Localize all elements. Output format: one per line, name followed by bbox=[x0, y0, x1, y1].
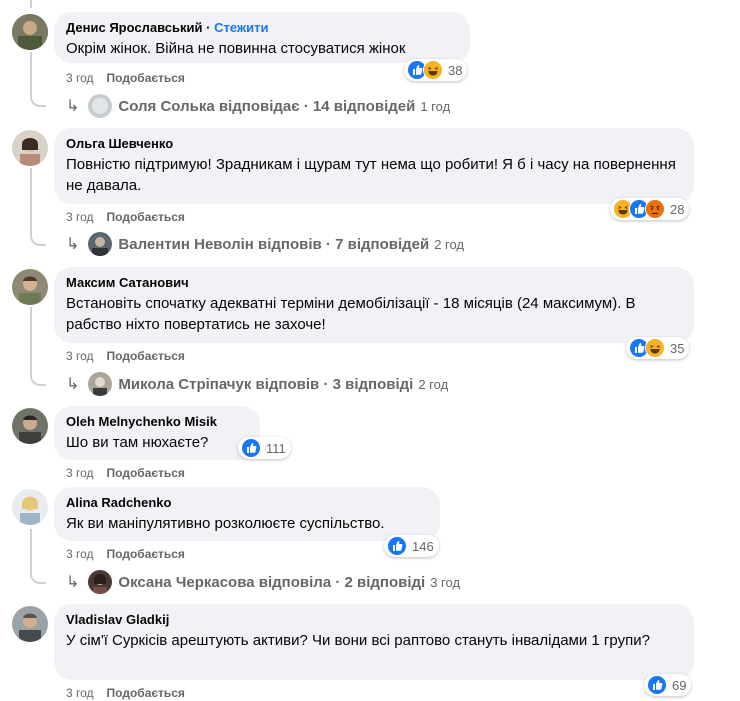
reply-summary[interactable]: Микола Стріпачук відповів · 3 відповіді bbox=[118, 376, 413, 393]
comment-author[interactable]: Oleh Melnychenko Misik bbox=[66, 414, 248, 430]
comment-text: Як ви маніпулятивно розколюєте суспільст… bbox=[66, 515, 385, 532]
thread-line-top bbox=[30, 0, 32, 8]
reaction-count: 111 bbox=[266, 440, 286, 456]
reactions-summary[interactable]: 28 bbox=[610, 198, 690, 220]
reply-arrow-icon: ↳ bbox=[66, 98, 80, 115]
reply-time: 2 год bbox=[434, 236, 465, 252]
comment-time[interactable]: 3 год bbox=[66, 71, 94, 85]
comment-author[interactable]: Vladislav Gladkij bbox=[66, 612, 682, 628]
reaction-count: 35 bbox=[670, 340, 685, 356]
reply-avatar bbox=[88, 372, 113, 396]
comment-text: Повністю підтримую! Зрадникам і щурам ту… bbox=[66, 156, 676, 194]
like-reaction-icon bbox=[647, 675, 667, 695]
thread-line bbox=[30, 529, 46, 584]
avatar[interactable] bbox=[12, 269, 48, 305]
replies-link[interactable]: ↳ Валентин Неволін відповів · 7 відповід… bbox=[66, 232, 464, 256]
comment-bubble: Oleh Melnychenko Misik Шо ви там нюхаєте… bbox=[54, 406, 260, 460]
comment-text: У сім'ї Суркісів арештують активи? Чи во… bbox=[66, 632, 650, 649]
replies-link[interactable]: ↳ Соля Солька відповідає · 14 відповідей… bbox=[66, 94, 450, 118]
reply-arrow-icon: ↳ bbox=[66, 236, 80, 253]
comment-meta: 3 год Подобається bbox=[66, 209, 185, 225]
comment-meta: 3 год Подобається bbox=[66, 70, 185, 86]
reply-summary[interactable]: Валентин Неволін відповів · 7 відповідей bbox=[118, 236, 429, 253]
like-button[interactable]: Подобається bbox=[107, 686, 185, 700]
comment-bubble: Alina Radchenko Як ви маніпулятивно розк… bbox=[54, 487, 440, 541]
reply-arrow-icon: ↳ bbox=[66, 376, 80, 393]
comment-meta: 3 год Подобається bbox=[66, 348, 185, 364]
avatar[interactable] bbox=[12, 130, 48, 166]
avatar[interactable] bbox=[12, 408, 48, 444]
comment-meta: 3 год Подобається bbox=[66, 465, 185, 481]
reply-summary[interactable]: Оксана Черкасова відповіла · 2 відповіді bbox=[118, 574, 425, 591]
comment-time[interactable]: 3 год bbox=[66, 686, 94, 700]
comment-author[interactable]: Ольга Шевченко bbox=[66, 136, 682, 152]
reply-time: 1 год bbox=[420, 98, 451, 114]
comment-text: Шо ви там нюхаєте? bbox=[66, 434, 209, 451]
reactions-summary[interactable]: 111 bbox=[238, 437, 291, 459]
comment-author[interactable]: Денис Ярославський bbox=[66, 20, 203, 35]
reactions-summary[interactable]: 146 bbox=[384, 535, 439, 557]
comment-meta: 3 год Подобається bbox=[66, 546, 185, 562]
reply-avatar bbox=[88, 570, 113, 594]
reply-time: 2 год bbox=[418, 376, 449, 392]
angry-reaction-icon bbox=[645, 199, 665, 219]
reaction-count: 28 bbox=[670, 201, 685, 217]
reply-avatar bbox=[88, 232, 113, 256]
replies-link[interactable]: ↳ Оксана Черкасова відповіла · 2 відпові… bbox=[66, 570, 460, 594]
comment-time[interactable]: 3 год bbox=[66, 466, 94, 480]
like-reaction-icon bbox=[241, 438, 261, 458]
reaction-count: 69 bbox=[672, 677, 687, 693]
reply-arrow-icon: ↳ bbox=[66, 574, 80, 591]
comment-meta: 3 год Подобається bbox=[66, 685, 185, 701]
replies-link[interactable]: ↳ Микола Стріпачук відповів · 3 відповід… bbox=[66, 372, 448, 396]
comment-text: Окрім жінок. Війна не повинна стосуватис… bbox=[66, 40, 406, 57]
follow-link[interactable]: Стежити bbox=[214, 20, 268, 35]
comment-time[interactable]: 3 год bbox=[66, 349, 94, 363]
comment-time[interactable]: 3 год bbox=[66, 210, 94, 224]
comment-bubble: Максим Сатанович Встановіть спочатку аде… bbox=[54, 267, 694, 343]
comment-bubble: Денис Ярославський · Стежити Окрім жінок… bbox=[54, 12, 470, 63]
like-button[interactable]: Подобається bbox=[107, 349, 185, 363]
comment-time[interactable]: 3 год bbox=[66, 547, 94, 561]
thread-line bbox=[30, 168, 46, 246]
avatar[interactable] bbox=[12, 489, 48, 525]
reaction-count: 38 bbox=[448, 62, 463, 78]
comment-text: Встановіть спочатку адекватні терміни де… bbox=[66, 295, 636, 333]
reaction-count: 146 bbox=[412, 538, 434, 554]
like-reaction-icon bbox=[387, 536, 407, 556]
like-button[interactable]: Подобається bbox=[107, 466, 185, 480]
like-button[interactable]: Подобається bbox=[107, 71, 185, 85]
avatar[interactable] bbox=[12, 606, 48, 642]
comment-author[interactable]: Максим Сатанович bbox=[66, 275, 682, 291]
like-button[interactable]: Подобається bbox=[107, 547, 185, 561]
avatar[interactable] bbox=[12, 14, 48, 50]
haha-reaction-icon bbox=[645, 338, 665, 358]
haha-reaction-icon bbox=[423, 60, 443, 80]
reactions-summary[interactable]: 69 bbox=[644, 674, 692, 696]
reply-avatar bbox=[88, 94, 113, 118]
reply-time: 3 год bbox=[430, 574, 461, 590]
comment-author[interactable]: Alina Radchenko bbox=[66, 495, 428, 511]
reply-summary[interactable]: Соля Солька відповідає · 14 відповідей bbox=[118, 98, 415, 115]
thread-line bbox=[30, 52, 46, 107]
comment-bubble: Ольга Шевченко Повністю підтримую! Зрадн… bbox=[54, 128, 694, 204]
reactions-summary[interactable]: 38 bbox=[404, 59, 468, 81]
comment-bubble: Vladislav Gladkij У сім'ї Суркісів арешт… bbox=[54, 604, 694, 680]
reactions-summary[interactable]: 35 bbox=[626, 337, 690, 359]
thread-line bbox=[30, 307, 46, 386]
like-button[interactable]: Подобається bbox=[107, 210, 185, 224]
